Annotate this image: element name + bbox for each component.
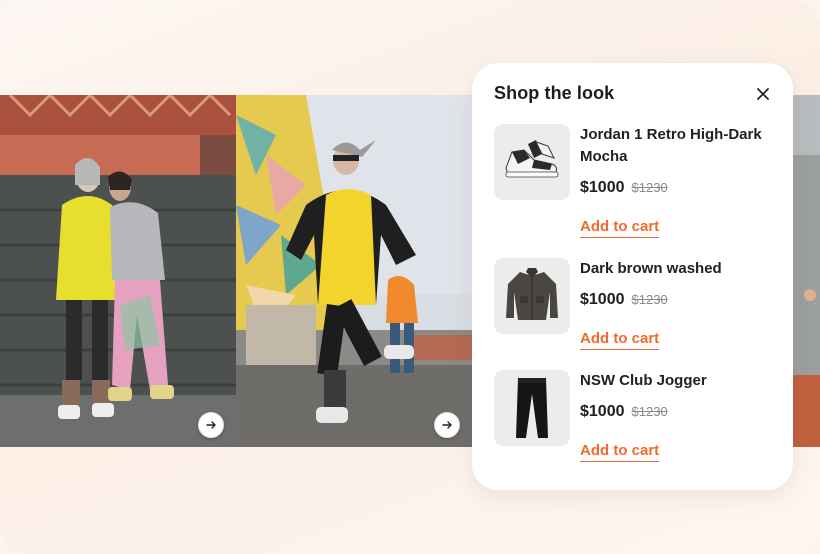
page-background: Shop the look Jordan 1 Retro High-Dark M… [0,0,820,554]
jogger-icon [494,370,570,446]
product-item: Dark brown washed $1000 $1230 Add to car… [494,258,774,370]
jacket-icon [494,258,570,334]
product-old-price: $1230 [631,404,668,419]
sneaker-icon [494,124,570,200]
product-thumbnail[interactable] [494,370,570,446]
lookbook-photo-2[interactable] [236,95,472,447]
arrow-right-icon [442,421,452,429]
product-name[interactable]: Dark brown washed [580,258,776,280]
add-to-cart-button[interactable]: Add to cart [580,442,660,462]
add-to-cart-button[interactable]: Add to cart [580,330,660,350]
price-row: $1000 $1230 [580,179,668,197]
price-row: $1000 $1230 [580,291,668,309]
product-name[interactable]: Jordan 1 Retro High-Dark Mocha [580,124,776,168]
product-price: $1000 [580,403,625,420]
shop-the-look-panel: Shop the look Jordan 1 Retro High-Dark M… [472,63,793,490]
product-old-price: $1230 [631,292,668,307]
panel-title: Shop the look [494,83,615,103]
next-arrow-button[interactable] [434,412,460,438]
product-price: $1000 [580,291,625,308]
lookbook-photo-2-image [236,95,472,447]
add-to-cart-button[interactable]: Add to cart [580,218,660,238]
product-old-price: $1230 [631,180,668,195]
product-item: Jordan 1 Retro High-Dark Mocha $1000 $12… [494,124,776,238]
product-thumbnail[interactable] [494,258,570,334]
close-button[interactable] [754,85,772,103]
product-price: $1000 [580,179,625,196]
arrow-right-icon [206,421,216,429]
close-icon [757,88,769,100]
lookbook-photo-3-image [792,95,820,447]
price-row: $1000 $1230 [580,403,668,421]
product-name[interactable]: NSW Club Jogger [580,370,776,392]
product-item: NSW Club Jogger $1000 $1230 Add to cart [494,370,774,482]
next-arrow-button[interactable] [198,412,224,438]
lookbook-photo-1[interactable] [0,95,236,447]
product-thumbnail[interactable] [494,124,570,200]
lookbook-photo-3[interactable] [792,95,820,447]
lookbook-photo-1-image [0,95,236,447]
